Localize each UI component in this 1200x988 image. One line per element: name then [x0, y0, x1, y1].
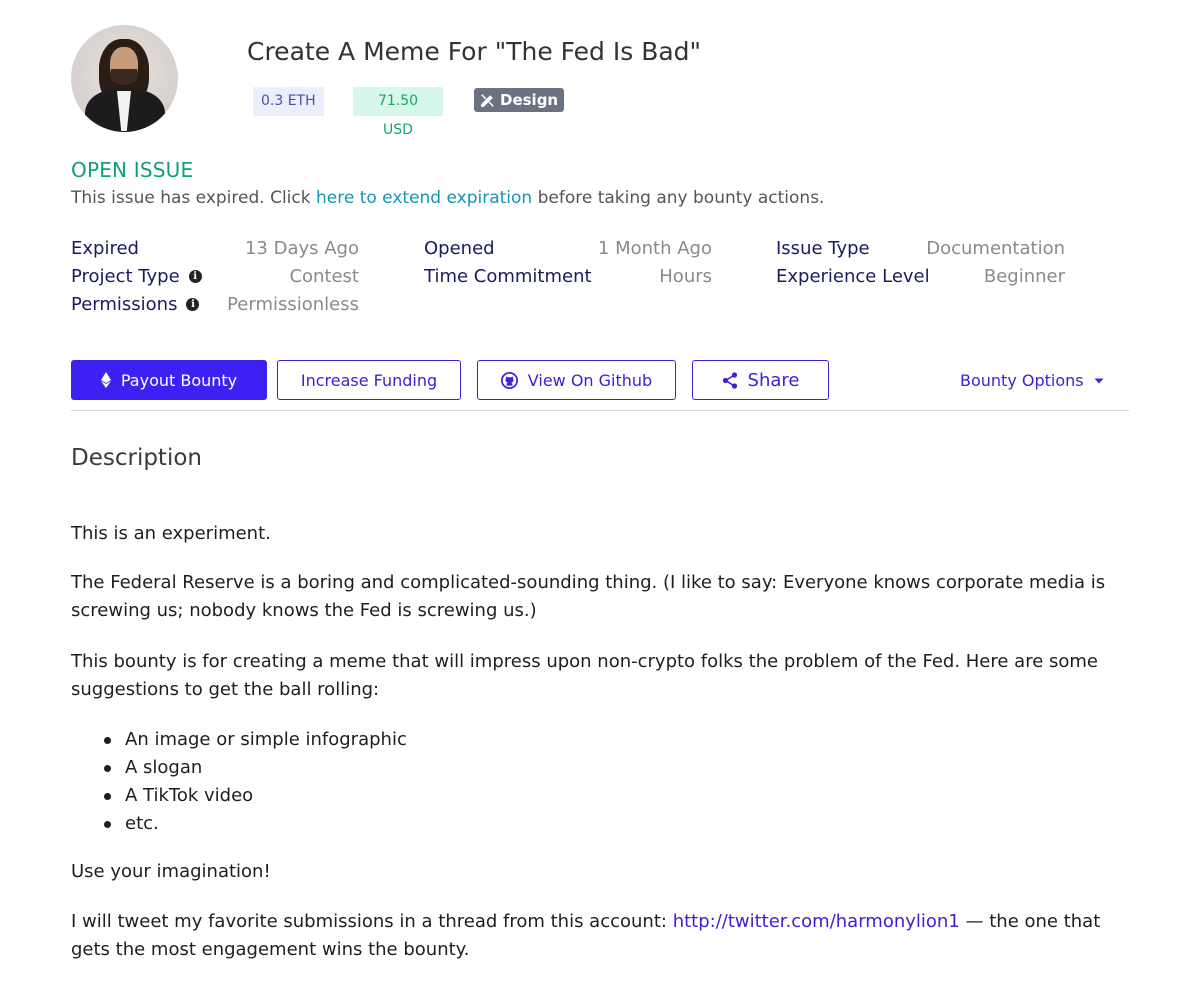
expired-label: Expired: [71, 238, 139, 259]
view-on-github-label: View On Github: [527, 370, 653, 390]
design-tools-icon: [481, 93, 494, 107]
bounty-options-dropdown[interactable]: Bounty Options: [960, 371, 1104, 390]
expired-notice-text-after: before taking any bounty actions.: [532, 188, 825, 208]
list-item: etc.: [104, 810, 407, 838]
share-label: Share: [747, 369, 800, 391]
view-on-github-button[interactable]: View On Github: [477, 360, 676, 400]
usd-amount-badge: 71.50 USD: [353, 87, 443, 138]
issue-status: OPEN ISSUE: [71, 158, 194, 182]
suggestions-list: An image or simple infographic A slogan …: [104, 726, 407, 838]
time-commitment-value: Hours: [659, 266, 712, 287]
description-heading: Description: [71, 445, 202, 471]
ethereum-icon: [100, 372, 111, 388]
expired-notice: This issue has expired. Click here to ex…: [71, 188, 824, 208]
opened-label: Opened: [424, 238, 495, 259]
permissions-label: Permissions i: [71, 294, 200, 315]
expired-notice-text: This issue has expired. Click: [71, 188, 316, 208]
category-label: Design: [500, 91, 559, 109]
actions-divider: [71, 410, 1129, 411]
info-icon[interactable]: i: [186, 298, 200, 311]
twitter-link[interactable]: http://twitter.com/harmonylion1: [673, 911, 960, 932]
project-type-value: Contest: [289, 266, 359, 287]
description-paragraph: This is an experiment.: [71, 523, 271, 544]
eth-amount-badge: 0.3 ETH: [253, 87, 324, 116]
description-paragraph: This bounty is for creating a meme that …: [71, 651, 1099, 700]
description-paragraph: I will tweet my favorite submissions in …: [71, 908, 1131, 964]
issue-type-value: Documentation: [926, 238, 1065, 259]
payout-bounty-button[interactable]: Payout Bounty: [71, 360, 267, 400]
bounty-options-label: Bounty Options: [960, 371, 1084, 390]
description-paragraph: The Federal Reserve is a boring and comp…: [71, 572, 1106, 621]
caret-down-icon: [1094, 378, 1104, 383]
funder-avatar[interactable]: [71, 25, 178, 132]
experience-level-label: Experience Level: [776, 266, 930, 287]
extend-expiration-link[interactable]: here to extend expiration: [316, 188, 532, 208]
description-paragraph: Use your imagination!: [71, 861, 271, 882]
github-icon: [500, 371, 518, 389]
increase-funding-label: Increase Funding: [300, 370, 438, 390]
expired-value: 13 Days Ago: [244, 238, 359, 259]
avatar-beard: [111, 69, 137, 85]
issue-type-label: Issue Type: [776, 238, 870, 259]
project-type-label: Project Type i: [71, 266, 202, 287]
list-item: A TikTok video: [104, 782, 407, 810]
experience-level-value: Beginner: [983, 266, 1065, 287]
share-icon: [722, 371, 737, 389]
permissions-value: Permissionless: [227, 294, 359, 315]
list-item: An image or simple infographic: [104, 726, 407, 754]
tweet-text: I will tweet my favorite submissions in …: [71, 911, 673, 932]
increase-funding-button[interactable]: Increase Funding: [277, 360, 461, 400]
share-button[interactable]: Share: [692, 360, 829, 400]
list-item: A slogan: [104, 754, 407, 782]
payout-bounty-label: Payout Bounty: [120, 370, 238, 390]
opened-value: 1 Month Ago: [597, 238, 712, 259]
info-icon[interactable]: i: [188, 270, 202, 283]
bounty-title: Create A Meme For "The Fed Is Bad": [247, 37, 702, 66]
category-badge: Design: [474, 88, 565, 112]
time-commitment-label: Time Commitment: [424, 266, 592, 287]
